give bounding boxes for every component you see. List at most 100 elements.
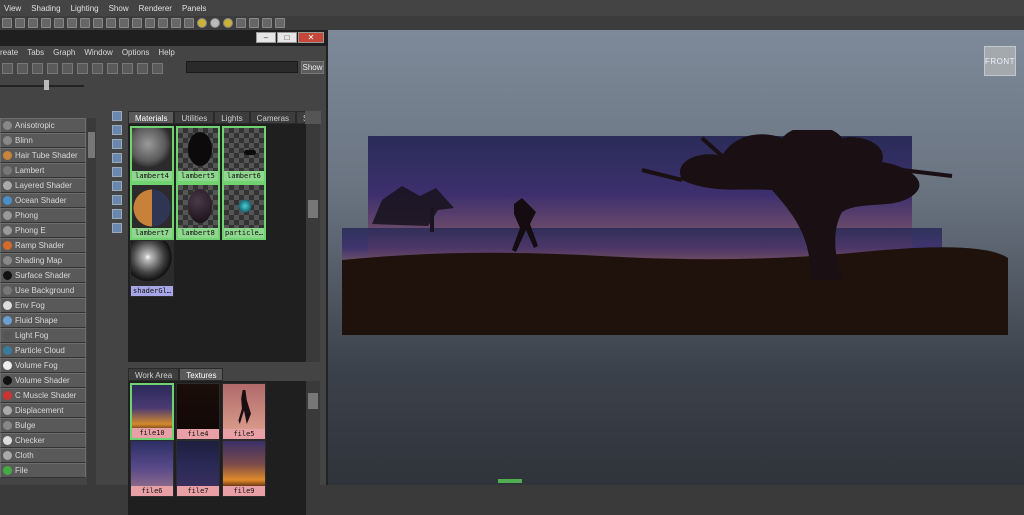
select-camera-icon[interactable] bbox=[2, 18, 12, 28]
view-cube[interactable]: FRONT bbox=[984, 46, 1016, 76]
scroll-thumb[interactable] bbox=[308, 393, 318, 409]
bookmarks-icon[interactable] bbox=[28, 18, 38, 28]
large-icons-icon[interactable] bbox=[112, 167, 122, 177]
use-all-lights-icon[interactable] bbox=[197, 18, 207, 28]
gate-mask-icon[interactable] bbox=[93, 18, 103, 28]
film-gate-icon[interactable] bbox=[67, 18, 77, 28]
high-quality-icon[interactable] bbox=[223, 18, 233, 28]
search-input[interactable] bbox=[186, 61, 298, 73]
node-list-item[interactable]: Lambert bbox=[0, 163, 86, 178]
material-swatch[interactable]: lambert5 bbox=[176, 126, 220, 183]
input-connections-icon[interactable] bbox=[47, 62, 58, 74]
node-list-item[interactable]: Checker bbox=[0, 433, 86, 448]
maximize-icon[interactable]: □ bbox=[277, 32, 297, 43]
xray-joints-icon[interactable] bbox=[262, 18, 272, 28]
node-list-item[interactable]: Hair Tube Shader bbox=[0, 148, 86, 163]
resolution-gate-icon[interactable] bbox=[80, 18, 90, 28]
viewport-panel[interactable]: FRONT bbox=[328, 30, 1024, 485]
minimize-icon[interactable]: – bbox=[256, 32, 276, 43]
camera-icon[interactable] bbox=[107, 62, 118, 74]
crosshair-icon[interactable] bbox=[122, 62, 133, 74]
node-list-item[interactable]: File bbox=[0, 463, 86, 478]
clear-graph-icon[interactable] bbox=[92, 62, 103, 74]
texture-swatch[interactable]: file6 bbox=[130, 440, 174, 497]
node-list-item[interactable]: Ocean Shader bbox=[0, 193, 86, 208]
node-list-item[interactable]: Ramp Shader bbox=[0, 238, 86, 253]
close-icon[interactable]: ✕ bbox=[298, 32, 324, 43]
xray-icon[interactable] bbox=[249, 18, 259, 28]
node-list-item[interactable]: Fluid Shape bbox=[0, 313, 86, 328]
texture-swatch[interactable]: file4 bbox=[176, 383, 220, 440]
texture-swatch[interactable]: file7 bbox=[176, 440, 220, 497]
refresh-icon[interactable] bbox=[152, 62, 163, 74]
icon-size-slider[interactable] bbox=[0, 77, 106, 95]
texture-swatch[interactable]: file10 bbox=[130, 383, 174, 440]
small-icons-icon[interactable] bbox=[112, 139, 122, 149]
menu-graph[interactable]: Graph bbox=[53, 48, 75, 57]
texture-swatch[interactable]: file9 bbox=[222, 440, 266, 497]
material-swatch[interactable]: lambert8 bbox=[176, 183, 220, 240]
sort-name-icon[interactable] bbox=[112, 181, 122, 191]
menu-view[interactable]: View bbox=[4, 4, 21, 13]
xray-components-icon[interactable] bbox=[275, 18, 285, 28]
hypershade-title-bar[interactable]: – □ ✕ bbox=[0, 30, 328, 46]
isolate-select-icon[interactable] bbox=[236, 18, 246, 28]
sort-reverse-icon[interactable] bbox=[112, 223, 122, 233]
tab-scroll-arrows[interactable] bbox=[305, 111, 321, 124]
smooth-shade-icon[interactable] bbox=[158, 18, 168, 28]
materials-scrollbar[interactable] bbox=[306, 124, 320, 362]
material-swatch[interactable]: lambert4 bbox=[130, 126, 174, 183]
menu-create[interactable]: reate bbox=[0, 48, 18, 57]
node-list-item[interactable]: Cloth bbox=[0, 448, 86, 463]
material-swatch[interactable]: lambert6 bbox=[222, 126, 266, 183]
layout-top-icon[interactable] bbox=[112, 111, 122, 121]
menu-renderer[interactable]: Renderer bbox=[139, 4, 172, 13]
tab-materials[interactable]: Materials bbox=[128, 111, 175, 124]
arrow-right-icon[interactable] bbox=[77, 62, 88, 74]
list-icon[interactable] bbox=[112, 125, 122, 135]
node-list-item[interactable]: Displacement bbox=[0, 403, 86, 418]
node-list-item[interactable]: Surface Shader bbox=[0, 268, 86, 283]
field-chart-icon[interactable] bbox=[106, 18, 116, 28]
safe-title-icon[interactable] bbox=[132, 18, 142, 28]
node-list-item[interactable]: Bulge bbox=[0, 418, 86, 433]
menu-window[interactable]: Window bbox=[84, 48, 112, 57]
image-plane-icon[interactable] bbox=[41, 18, 51, 28]
material-swatch[interactable]: lambert7 bbox=[130, 183, 174, 240]
slider-handle[interactable] bbox=[44, 80, 49, 90]
node-list-item[interactable]: Volume Fog bbox=[0, 358, 86, 373]
wireframe-on-shaded-icon[interactable] bbox=[171, 18, 181, 28]
safe-action-icon[interactable] bbox=[119, 18, 129, 28]
node-list-item[interactable]: C Muscle Shader bbox=[0, 388, 86, 403]
material-swatch[interactable]: particle… bbox=[222, 183, 266, 240]
texture-swatch[interactable]: file5 bbox=[222, 383, 266, 440]
node-list-item[interactable]: Env Fog bbox=[0, 298, 86, 313]
node-list-item[interactable]: Blinn bbox=[0, 133, 86, 148]
wireframe-icon[interactable] bbox=[145, 18, 155, 28]
node-list-item[interactable]: Phong E bbox=[0, 223, 86, 238]
textures-scrollbar[interactable] bbox=[306, 381, 320, 515]
medium-icons-icon[interactable] bbox=[112, 153, 122, 163]
scroll-thumb[interactable] bbox=[308, 200, 318, 218]
camera-attributes-icon[interactable] bbox=[15, 18, 25, 28]
paint-icon[interactable] bbox=[2, 62, 13, 74]
menu-lighting[interactable]: Lighting bbox=[71, 4, 99, 13]
node-list-item[interactable]: Use Background bbox=[0, 283, 86, 298]
node-list-scrollbar[interactable] bbox=[87, 118, 96, 485]
graph-icon[interactable] bbox=[32, 62, 43, 74]
output-connections-icon[interactable] bbox=[62, 62, 73, 74]
tab-utilities[interactable]: Utilities bbox=[174, 111, 215, 124]
node-list-item[interactable]: Light Fog bbox=[0, 328, 86, 343]
menu-panels[interactable]: Panels bbox=[182, 4, 206, 13]
shadows-icon[interactable] bbox=[210, 18, 220, 28]
menu-options[interactable]: Options bbox=[122, 48, 150, 57]
menu-tabs[interactable]: Tabs bbox=[27, 48, 44, 57]
tab-lights[interactable]: Lights bbox=[214, 111, 250, 124]
sort-time-icon[interactable] bbox=[112, 209, 122, 219]
textured-icon[interactable] bbox=[184, 18, 194, 28]
show-button[interactable]: Show bbox=[301, 61, 324, 74]
menu-show[interactable]: Show bbox=[109, 4, 129, 13]
grid-icon[interactable] bbox=[54, 18, 64, 28]
node-list-item[interactable]: Phong bbox=[0, 208, 86, 223]
render-icon[interactable] bbox=[17, 62, 28, 74]
